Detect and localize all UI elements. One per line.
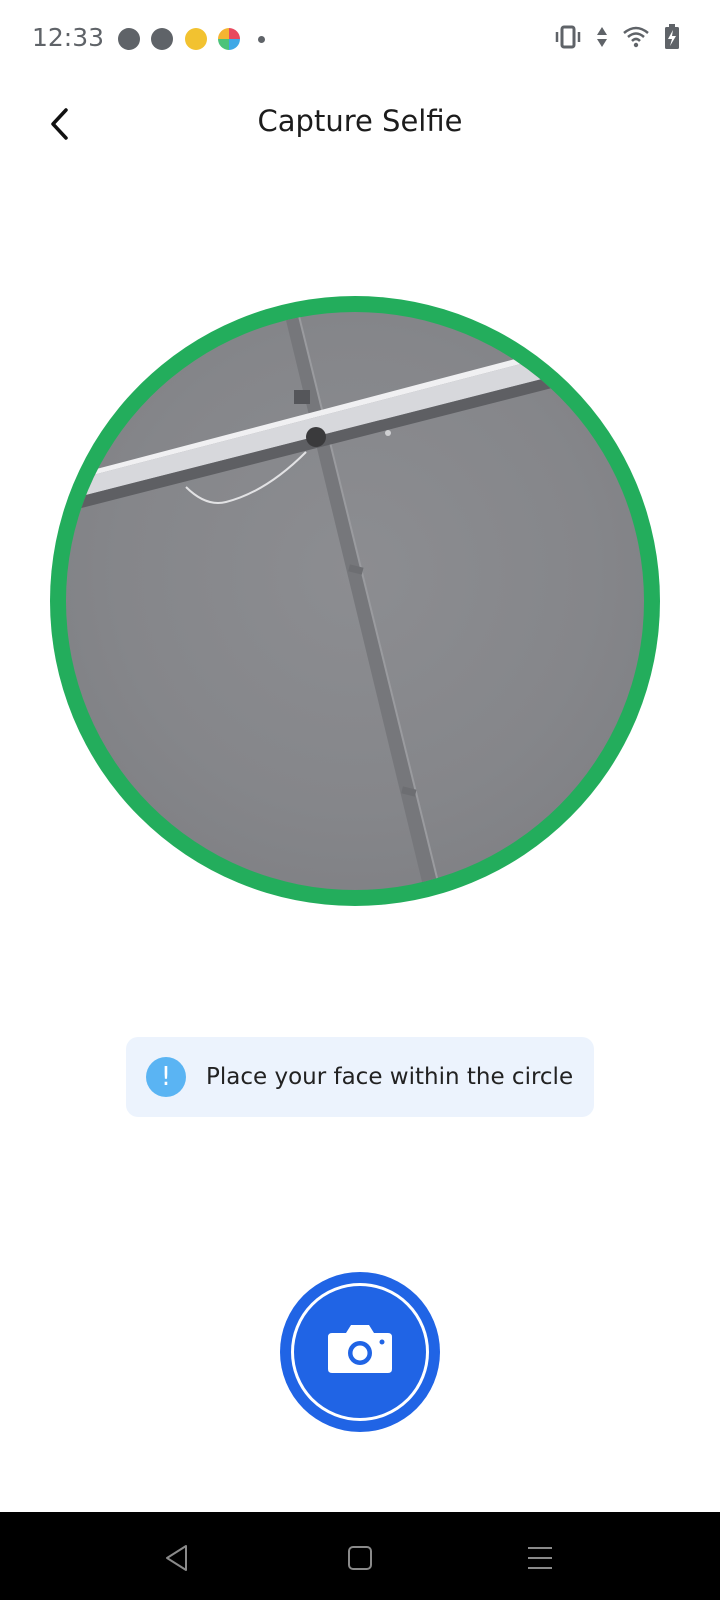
ceiling-image — [66, 312, 552, 890]
vibrate-icon — [554, 25, 582, 49]
back-triangle-icon — [166, 1545, 187, 1571]
status-bar: 12:33 — [0, 0, 720, 80]
menu-lines-icon — [528, 1547, 552, 1569]
camera-icon — [328, 1325, 392, 1373]
page-title: Capture Selfie — [257, 104, 463, 138]
capture-button[interactable] — [280, 1272, 440, 1432]
data-arrows-icon — [596, 25, 608, 49]
home-square-icon — [348, 1546, 372, 1570]
nav-back-button[interactable] — [157, 1538, 197, 1578]
status-time: 12:33 — [32, 23, 105, 52]
app-color-icon — [218, 28, 240, 50]
more-dot-icon — [258, 36, 265, 43]
camera-preview — [66, 312, 644, 890]
phone-icon — [151, 28, 173, 50]
navigation-bar — [0, 1512, 720, 1600]
hint-banner: ! Place your face within the circle — [126, 1037, 594, 1117]
camera-preview-frame — [50, 296, 660, 906]
nav-recents-button[interactable] — [520, 1538, 560, 1578]
nav-home-button[interactable] — [340, 1538, 380, 1578]
hint-text: Place your face within the circle — [206, 1064, 574, 1090]
info-exclamation-icon: ! — [146, 1057, 186, 1097]
wifi-icon — [622, 26, 650, 48]
emoji-icon — [185, 28, 207, 50]
notification-p-icon — [118, 28, 140, 50]
battery-charging-icon — [664, 24, 680, 50]
